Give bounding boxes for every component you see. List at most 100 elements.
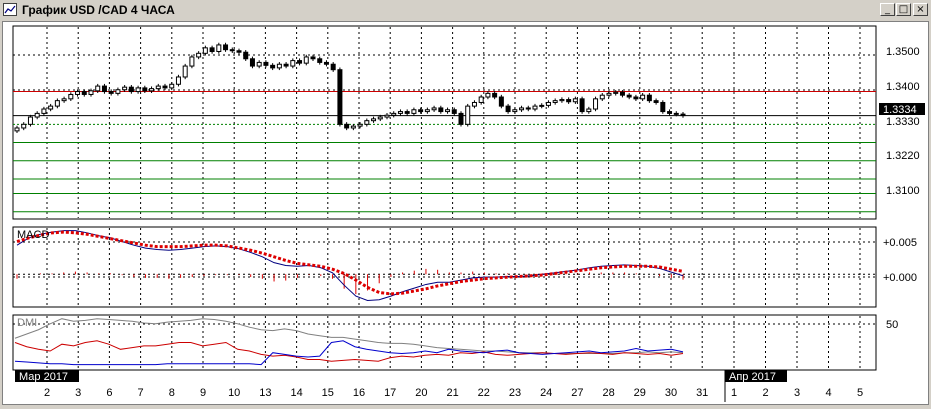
candle-body <box>236 50 242 53</box>
candle-body <box>41 108 47 114</box>
day-label: 16 <box>353 387 365 399</box>
candle-body <box>317 58 323 63</box>
day-label: 24 <box>540 387 552 399</box>
candle-body <box>532 105 538 110</box>
candle-body <box>81 91 87 95</box>
candle-body <box>438 107 444 113</box>
candle-body <box>579 98 585 113</box>
dmi-panel[interactable] <box>12 314 877 371</box>
candle-body <box>21 123 27 129</box>
price-label-3: 1.3330 <box>886 116 920 128</box>
candle-body <box>48 105 54 110</box>
candle-body <box>256 61 262 67</box>
candle-body <box>142 87 148 92</box>
chart-app-icon <box>3 3 17 16</box>
macd-label: MACD <box>17 229 49 241</box>
candle-body <box>667 111 673 114</box>
candle-body <box>263 61 269 66</box>
candle-body <box>572 98 578 103</box>
price-label-4: 1.3220 <box>886 150 920 162</box>
candle-body <box>182 65 188 78</box>
candle-body <box>673 112 679 115</box>
macd-panel[interactable] <box>12 226 877 308</box>
day-label: 7 <box>138 387 144 399</box>
candle-body <box>169 83 175 89</box>
candle-body <box>525 107 531 110</box>
candle-body <box>202 47 208 54</box>
candle-body <box>404 111 410 114</box>
window-title: График USD /CAD 4 ЧАСА <box>22 3 175 17</box>
chart-canvas[interactable]: 1.3500 1.3400 1.3330 1.3220 1.3100 1.333… <box>3 22 928 404</box>
candle-body <box>135 87 141 93</box>
day-label: 14 <box>290 387 302 399</box>
candle-body <box>88 90 94 95</box>
chart-window[interactable]: 1.3500 1.3400 1.3330 1.3220 1.3100 1.333… <box>2 21 929 405</box>
candle-body <box>14 127 20 132</box>
candle-body <box>478 96 484 103</box>
day-label: 28 <box>602 387 614 399</box>
candle-body <box>149 88 155 92</box>
candle-body <box>303 56 309 64</box>
day-label: 2 <box>44 387 50 399</box>
candle-body <box>61 98 67 102</box>
candle-body <box>613 91 619 94</box>
candle-body <box>445 109 451 113</box>
candle-body <box>297 60 303 64</box>
minimize-button[interactable]: _ <box>880 3 895 16</box>
candle-body <box>196 52 202 58</box>
day-label: 2 <box>762 387 768 399</box>
candle-body <box>505 105 511 113</box>
candle-body <box>411 109 417 114</box>
candle-body <box>209 47 215 52</box>
candle-body <box>566 99 572 103</box>
candle-body <box>270 64 276 69</box>
candle-body <box>626 94 632 98</box>
candle-body <box>290 60 296 67</box>
maximize-button[interactable]: □ <box>896 3 911 16</box>
candle-body <box>330 63 336 71</box>
candle-body <box>122 86 128 91</box>
day-label: 29 <box>634 387 646 399</box>
dmi-label: DMI <box>17 317 37 329</box>
day-label: 15 <box>322 387 334 399</box>
candle-body <box>95 85 101 92</box>
candle-body <box>162 85 168 89</box>
day-label: 22 <box>478 387 490 399</box>
day-label: 3 <box>794 387 800 399</box>
candle-body <box>397 111 403 114</box>
candle-body <box>54 100 60 107</box>
candle-body <box>552 100 558 103</box>
close-button[interactable]: × <box>913 3 928 16</box>
candle-body <box>586 108 592 113</box>
candle-body <box>229 49 235 52</box>
candle-body <box>384 114 390 118</box>
macd-axis-label-1: +0.005 <box>883 237 917 249</box>
day-label: 17 <box>384 387 396 399</box>
candle-body <box>276 63 282 69</box>
day-label: 13 <box>259 387 271 399</box>
candle-body <box>115 89 121 94</box>
candle-body <box>465 105 471 125</box>
candle-body <box>606 92 612 96</box>
day-label: 20 <box>415 387 427 399</box>
candle-body <box>310 56 316 60</box>
candle-body <box>189 56 195 67</box>
day-label: 6 <box>106 387 112 399</box>
dmi-axis-label: 50 <box>886 319 898 331</box>
candle-body <box>619 91 625 96</box>
month-label-april: Апр 2017 <box>729 371 776 383</box>
candle-body <box>350 125 356 129</box>
candle-body <box>512 109 518 113</box>
candle-body <box>599 94 605 100</box>
candle-body <box>471 101 477 107</box>
candle-body <box>344 123 350 129</box>
minimize-icon: _ <box>885 4 890 15</box>
day-label: 23 <box>509 387 521 399</box>
price-label-5: 1.3100 <box>886 185 920 197</box>
candle-body <box>492 92 498 98</box>
candle-body <box>545 101 551 106</box>
candle-body <box>155 85 161 90</box>
candle-body <box>243 51 249 60</box>
day-label: 31 <box>696 387 708 399</box>
candle-body <box>418 109 424 113</box>
